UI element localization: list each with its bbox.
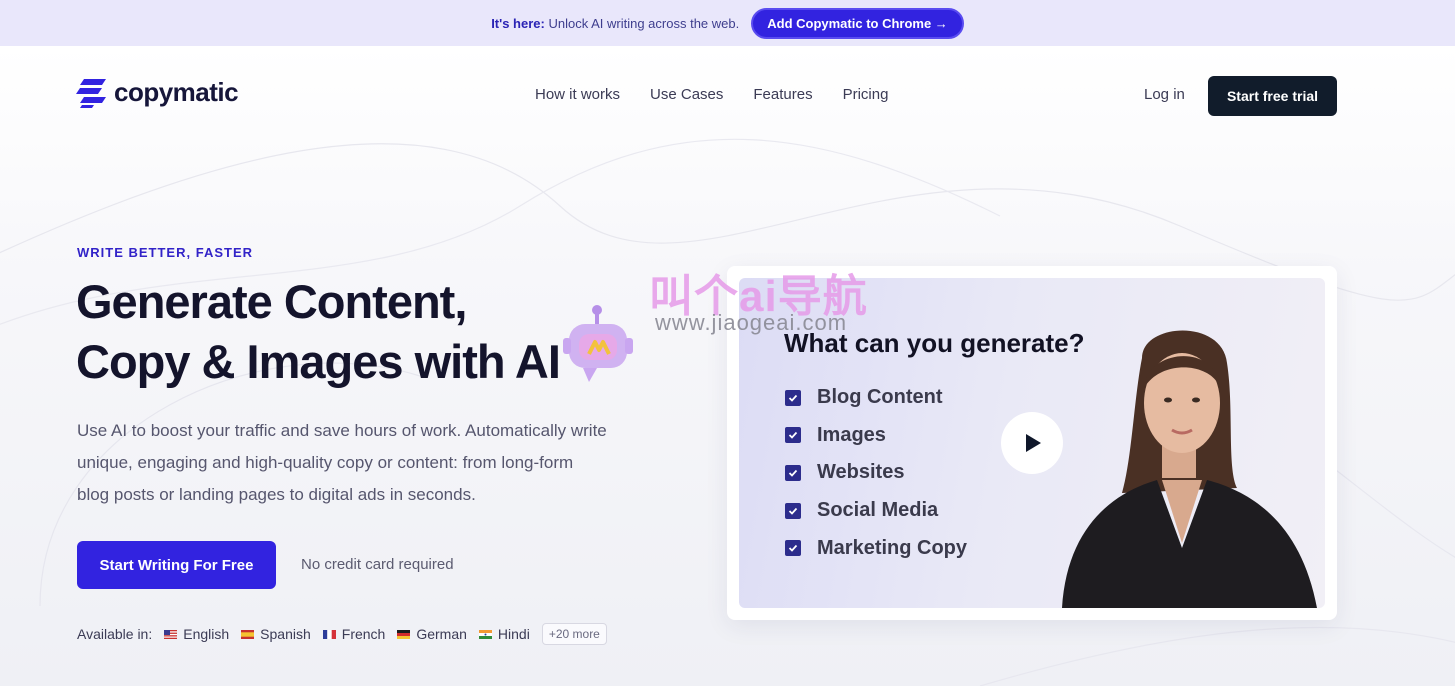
list-item: Images xyxy=(785,417,967,455)
nav-features[interactable]: Features xyxy=(753,86,812,103)
language-label: French xyxy=(341,626,386,642)
announcement-label: It's here: Unlock AI writing across the … xyxy=(491,16,739,31)
language-label: Spanish xyxy=(260,626,311,642)
language-label: English xyxy=(183,626,230,642)
login-link[interactable]: Log in xyxy=(1144,86,1185,103)
language-spanish[interactable]: Spanish xyxy=(241,626,311,642)
available-label: Available in: xyxy=(77,626,153,642)
hero-section: copymatic How it works Use Cases Feature… xyxy=(0,46,1455,686)
language-hindi[interactable]: Hindi xyxy=(478,626,530,642)
list-item-label: Websites xyxy=(817,461,905,484)
no-credit-card-note: No credit card required xyxy=(301,556,454,573)
language-german[interactable]: German xyxy=(397,626,467,642)
list-item: Websites xyxy=(785,454,967,492)
india-flag-icon xyxy=(478,629,492,639)
list-item: Social Media xyxy=(785,492,967,530)
checkbox-icon xyxy=(785,427,801,444)
announcement-message: Unlock AI writing across the web. xyxy=(548,15,740,31)
us-flag-icon xyxy=(164,629,178,639)
language-list: Available in: English Spanish French Ger… xyxy=(77,623,607,645)
list-item-label: Blog Content xyxy=(817,386,943,409)
list-item-label: Marketing Copy xyxy=(817,536,968,559)
announcement-bar: It's here: Unlock AI writing across the … xyxy=(0,0,1455,46)
checkbox-icon xyxy=(785,502,801,519)
hero-headline: Generate Content, Copy & Images with AI xyxy=(76,272,561,392)
language-english[interactable]: English xyxy=(164,626,229,642)
france-flag-icon xyxy=(322,629,336,639)
germany-flag-icon xyxy=(397,629,411,639)
nav-how-it-works[interactable]: How it works xyxy=(535,86,620,103)
list-item-label: Social Media xyxy=(817,499,939,522)
main-nav: How it works Use Cases Features Pricing xyxy=(535,86,888,103)
list-item-label: Images xyxy=(817,423,886,446)
headline-line-1: Generate Content, xyxy=(76,275,467,328)
presenter-image xyxy=(1062,330,1317,608)
add-to-chrome-button[interactable]: Add Copymatic to Chrome → xyxy=(751,7,964,39)
checkbox-icon xyxy=(785,540,801,557)
brand-logo[interactable]: copymatic xyxy=(76,76,239,108)
more-languages-badge[interactable]: +20 more xyxy=(541,623,607,645)
play-icon xyxy=(1026,434,1041,452)
announcement-label-text: It's here: xyxy=(491,15,545,31)
robot-icon xyxy=(563,305,633,382)
play-button[interactable] xyxy=(1001,412,1063,474)
video-feature-list: Blog Content Images Websites Social Medi… xyxy=(785,379,967,567)
hero-eyebrow: WRITE BETTER, FASTER xyxy=(77,245,253,260)
spain-flag-icon xyxy=(241,629,255,639)
brand-name: copymatic xyxy=(114,76,239,107)
language-label: German xyxy=(416,626,467,642)
list-item: Blog Content xyxy=(785,379,967,417)
nav-use-cases[interactable]: Use Cases xyxy=(650,86,723,103)
nav-pricing[interactable]: Pricing xyxy=(843,86,889,103)
watermark-url: www.jiaogeai.com xyxy=(655,310,848,335)
start-writing-button[interactable]: Start Writing For Free xyxy=(77,541,276,589)
language-label: Hindi xyxy=(497,626,530,642)
checkbox-icon xyxy=(785,389,801,406)
language-french[interactable]: French xyxy=(322,626,386,642)
logo-mark-icon xyxy=(76,79,106,108)
list-item: Marketing Copy xyxy=(785,529,967,567)
hero-subtitle: Use AI to boost your traffic and save ho… xyxy=(77,421,607,504)
checkbox-icon xyxy=(785,464,801,481)
headline-line-2: Copy & Images with AI xyxy=(76,335,561,388)
start-free-trial-button[interactable]: Start free trial xyxy=(1208,76,1337,116)
